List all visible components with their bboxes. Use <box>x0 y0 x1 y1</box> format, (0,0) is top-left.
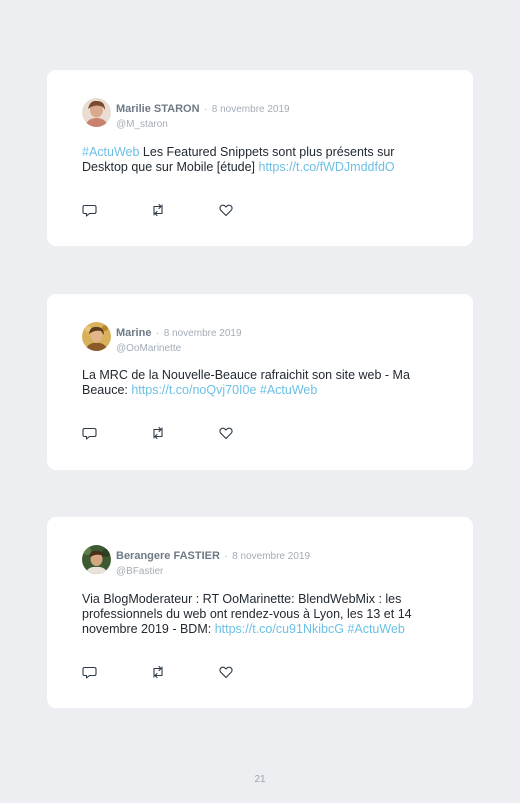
hashtag-link[interactable]: #ActuWeb <box>256 383 317 397</box>
tweet-actions <box>82 425 252 441</box>
tweet-header: Berangere FASTIER · 8 novembre 2019 @BFa… <box>82 545 442 577</box>
reply-icon[interactable] <box>82 202 98 218</box>
tweet-card: Marilie STARON · 8 novembre 2019 @M_star… <box>47 70 473 246</box>
avatar[interactable] <box>82 98 111 127</box>
meta-separator: · <box>203 104 208 115</box>
tweet-text: Via BlogModerateur : RT OoMarinette: Ble… <box>82 592 442 637</box>
author-handle[interactable]: @M_staron <box>116 119 290 130</box>
tweet-actions <box>82 664 252 680</box>
like-icon[interactable] <box>218 425 234 441</box>
tweet-date[interactable]: 8 novembre 2019 <box>232 551 310 562</box>
tweet-meta: Berangere FASTIER · 8 novembre 2019 @BFa… <box>116 546 310 577</box>
retweet-icon[interactable] <box>150 425 166 441</box>
tweet-meta: Marilie STARON · 8 novembre 2019 @M_star… <box>116 99 290 130</box>
tweet-card: Marine · 8 novembre 2019 @OoMarinette La… <box>47 294 473 470</box>
reply-icon[interactable] <box>82 425 98 441</box>
like-icon[interactable] <box>218 664 234 680</box>
tweet-text: #ActuWeb Les Featured Snippets sont plus… <box>82 145 442 175</box>
meta-separator: · <box>224 551 228 562</box>
page-number: 21 <box>254 774 266 785</box>
author-name[interactable]: Berangere FASTIER <box>116 550 220 562</box>
author-name[interactable]: Marilie STARON <box>116 103 200 115</box>
meta-separator: · <box>155 328 160 339</box>
tweet-card: Berangere FASTIER · 8 novembre 2019 @BFa… <box>47 517 473 708</box>
tweet-date[interactable]: 8 novembre 2019 <box>164 328 242 339</box>
tweet-header: Marine · 8 novembre 2019 @OoMarinette <box>82 322 442 354</box>
like-icon[interactable] <box>218 202 234 218</box>
tweet-date[interactable]: 8 novembre 2019 <box>212 104 290 115</box>
author-handle[interactable]: @BFastier <box>116 566 310 577</box>
reply-icon[interactable] <box>82 664 98 680</box>
tweet-text: La MRC de la Nouvelle-Beauce rafraichit … <box>82 368 442 398</box>
page: Marilie STARON · 8 novembre 2019 @M_star… <box>0 0 520 803</box>
avatar[interactable] <box>82 322 111 351</box>
tweet-actions <box>82 202 252 218</box>
tweet-header: Marilie STARON · 8 novembre 2019 @M_star… <box>82 98 442 130</box>
tweet-meta: Marine · 8 novembre 2019 @OoMarinette <box>116 323 242 354</box>
hashtag-link[interactable]: #ActuWeb <box>344 622 404 636</box>
tweet-url-link[interactable]: https://t.co/fWDJmddfdO <box>259 160 395 174</box>
author-handle[interactable]: @OoMarinette <box>116 343 242 354</box>
tweet-url-link[interactable]: https://t.co/noQvj70I0e <box>131 383 256 397</box>
tweet-url-link[interactable]: https://t.co/cu91NkibcG <box>215 622 344 636</box>
retweet-icon[interactable] <box>150 664 166 680</box>
author-name[interactable]: Marine <box>116 327 151 339</box>
hashtag-link[interactable]: #ActuWeb <box>82 145 139 159</box>
avatar[interactable] <box>82 545 111 574</box>
retweet-icon[interactable] <box>150 202 166 218</box>
